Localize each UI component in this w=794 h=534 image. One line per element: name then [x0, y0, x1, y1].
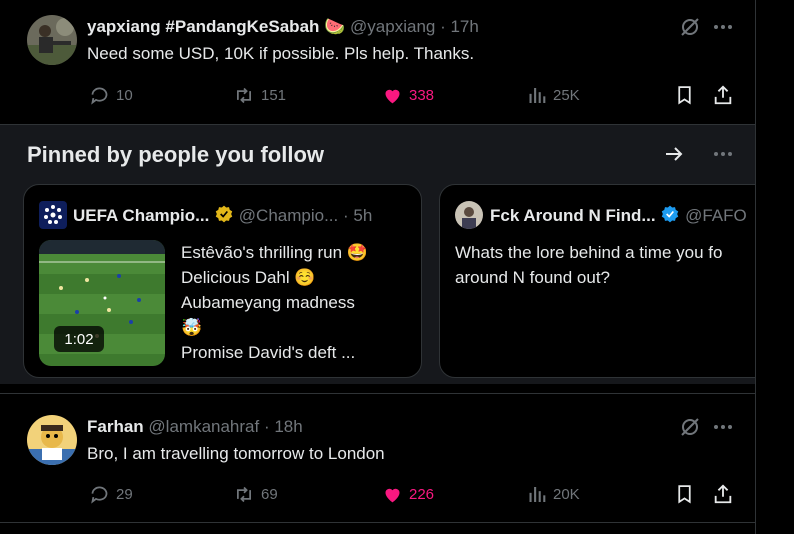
more-options-icon[interactable]: [711, 415, 735, 439]
heart-filled-icon: [385, 488, 400, 502]
card-text-line: Whats the lore behind a time you fo: [455, 243, 723, 262]
reply-button[interactable]: 29: [89, 482, 133, 506]
like-count: 226: [409, 485, 435, 503]
timestamp[interactable]: · 18h: [264, 417, 303, 436]
repost-count: 69: [261, 485, 278, 503]
avatar[interactable]: [27, 415, 77, 465]
tweet-header: Farhan @lamkanahraf · 18h: [87, 417, 303, 437]
divider: [0, 393, 755, 394]
views-button[interactable]: 20K: [527, 482, 580, 506]
repost-icon: [237, 486, 251, 502]
reply-icon: [91, 486, 108, 504]
like-button[interactable]: 226: [382, 482, 434, 506]
grok-icon[interactable]: [678, 415, 702, 439]
card-text-line: around N found out?: [455, 268, 611, 287]
fafo-avatar[interactable]: [455, 201, 483, 229]
verified-blue-icon: [662, 205, 679, 223]
author-handle[interactable]: @lamkanahraf: [148, 417, 259, 436]
repost-button[interactable]: 69: [233, 482, 278, 506]
views-icon: [529, 486, 546, 502]
view-count: 20K: [553, 485, 580, 503]
tweet-text: Bro, I am travelling tomorrow to London: [87, 444, 385, 463]
share-button[interactable]: [712, 482, 740, 506]
card-author-name[interactable]: Fck Around N Find...: [490, 206, 656, 225]
card-header: Fck Around N Find... @FAFO: [490, 204, 747, 226]
divider: [0, 522, 755, 523]
bookmark-button[interactable]: [674, 482, 701, 506]
author-name[interactable]: Farhan: [87, 417, 144, 436]
card-author-handle[interactable]: @FAFO: [685, 206, 747, 225]
bookmark-icon: [678, 485, 691, 504]
reply-count: 29: [116, 485, 133, 503]
share-icon: [714, 484, 732, 504]
